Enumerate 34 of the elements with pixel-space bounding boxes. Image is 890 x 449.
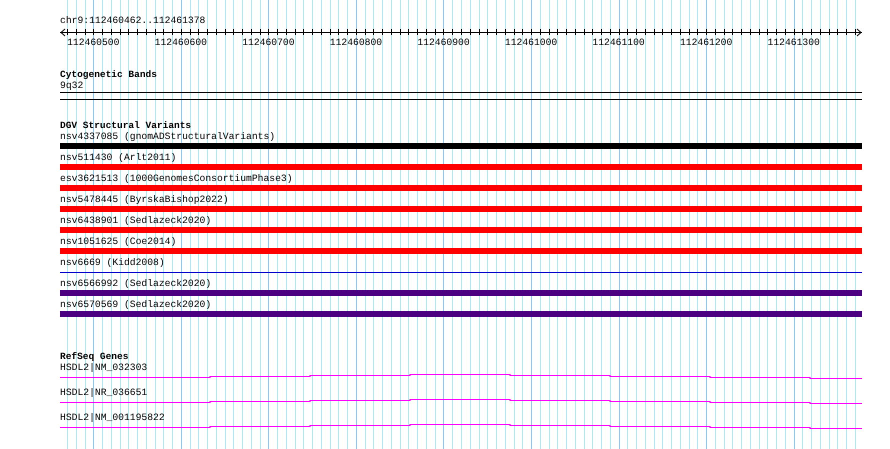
- track-title: DGV Structural Variants: [60, 120, 192, 131]
- feature-label[interactable]: HSDL2|NM_001195822: [60, 412, 165, 423]
- feature-label[interactable]: 9q32: [60, 80, 84, 91]
- ruler-tick-label: 112461300: [768, 37, 820, 48]
- variant-bar[interactable]: [60, 311, 862, 317]
- variant-bar[interactable]: [60, 185, 862, 191]
- feature-label[interactable]: nsv4337085 (gnomADStructuralVariants): [60, 131, 276, 142]
- feature-label[interactable]: nsv1051625 (Coe2014): [60, 236, 176, 247]
- ruler-tick-label: 112461200: [680, 37, 732, 48]
- ruler-tick-label: 112460600: [154, 37, 207, 48]
- feature-label[interactable]: HSDL2|NM_032303: [60, 362, 148, 373]
- ruler-tick-label: 112461000: [504, 37, 558, 48]
- ruler-tick-label: 112460700: [242, 37, 295, 48]
- variant-bar[interactable]: [60, 164, 862, 170]
- feature-label[interactable]: nsv6566992 (Sedlazeck2020): [60, 278, 212, 289]
- location-label: chr9:112460462..112461378: [60, 15, 206, 27]
- ruler-tick-label: 112461100: [592, 37, 645, 48]
- track-title: RefSeq Genes: [60, 351, 128, 362]
- variant-bar[interactable]: [60, 227, 862, 233]
- ruler-tick-label: 112460500: [67, 37, 120, 48]
- variant-bar[interactable]: [60, 248, 862, 254]
- feature-label[interactable]: HSDL2|NR_036651: [60, 387, 148, 398]
- feature-label[interactable]: nsv6570569 (Sedlazeck2020): [60, 299, 212, 310]
- feature-label[interactable]: esv3621513 (1000GenomesConsortiumPhase3): [60, 173, 293, 184]
- track-title: Cytogenetic Bands: [60, 69, 157, 80]
- ruler-tick-label: 112460800: [330, 37, 382, 48]
- feature-label[interactable]: nsv6669 (Kidd2008): [60, 257, 165, 268]
- feature-label[interactable]: nsv511430 (Arlt2011): [60, 152, 176, 163]
- variant-bar[interactable]: [60, 290, 862, 296]
- feature-label[interactable]: nsv5478445 (ByrskaBishop2022): [60, 194, 229, 205]
- ruler-tick-label: 112460900: [417, 37, 470, 48]
- variant-bar[interactable]: [60, 143, 862, 149]
- feature-label[interactable]: nsv6438901 (Sedlazeck2020): [60, 215, 212, 226]
- variant-bar[interactable]: [60, 206, 862, 212]
